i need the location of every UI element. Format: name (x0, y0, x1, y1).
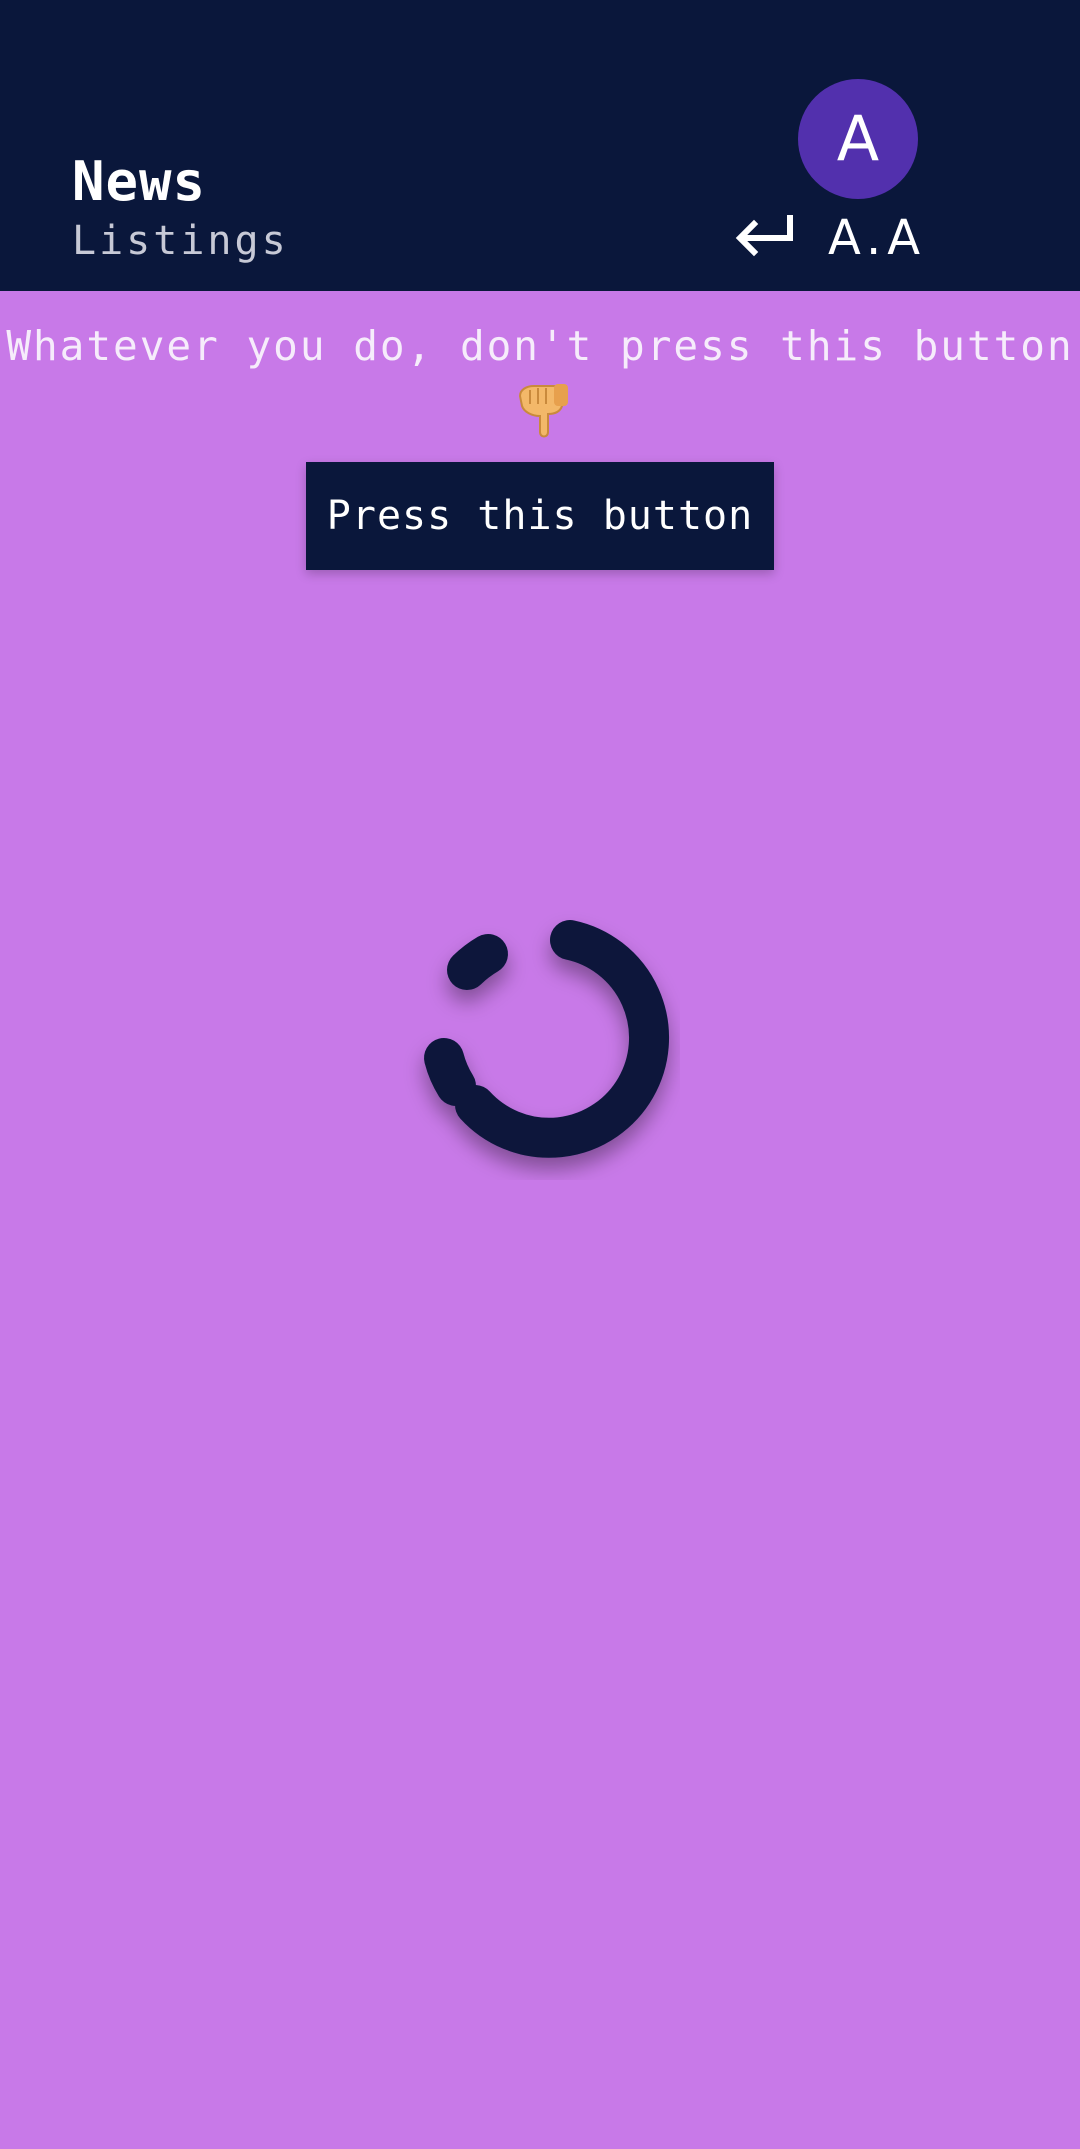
page-title: News (72, 150, 207, 213)
backhand-index-pointing-down-icon (518, 384, 568, 438)
spinner-icon (424, 920, 669, 1158)
return-arrow-icon[interactable] (732, 214, 796, 258)
app-screen: News Listings A A.A Whatever you do, don… (0, 0, 1080, 2149)
press-this-button[interactable]: Press this button (306, 462, 774, 570)
app-header: News Listings A A.A (0, 0, 1080, 291)
page-subtitle: Listings (72, 218, 289, 264)
warning-text: Whatever you do, don't press this button (6, 322, 1074, 370)
avatar[interactable]: A (798, 79, 918, 199)
avatar-letter: A (836, 102, 880, 175)
user-initials: A.A (828, 210, 927, 266)
